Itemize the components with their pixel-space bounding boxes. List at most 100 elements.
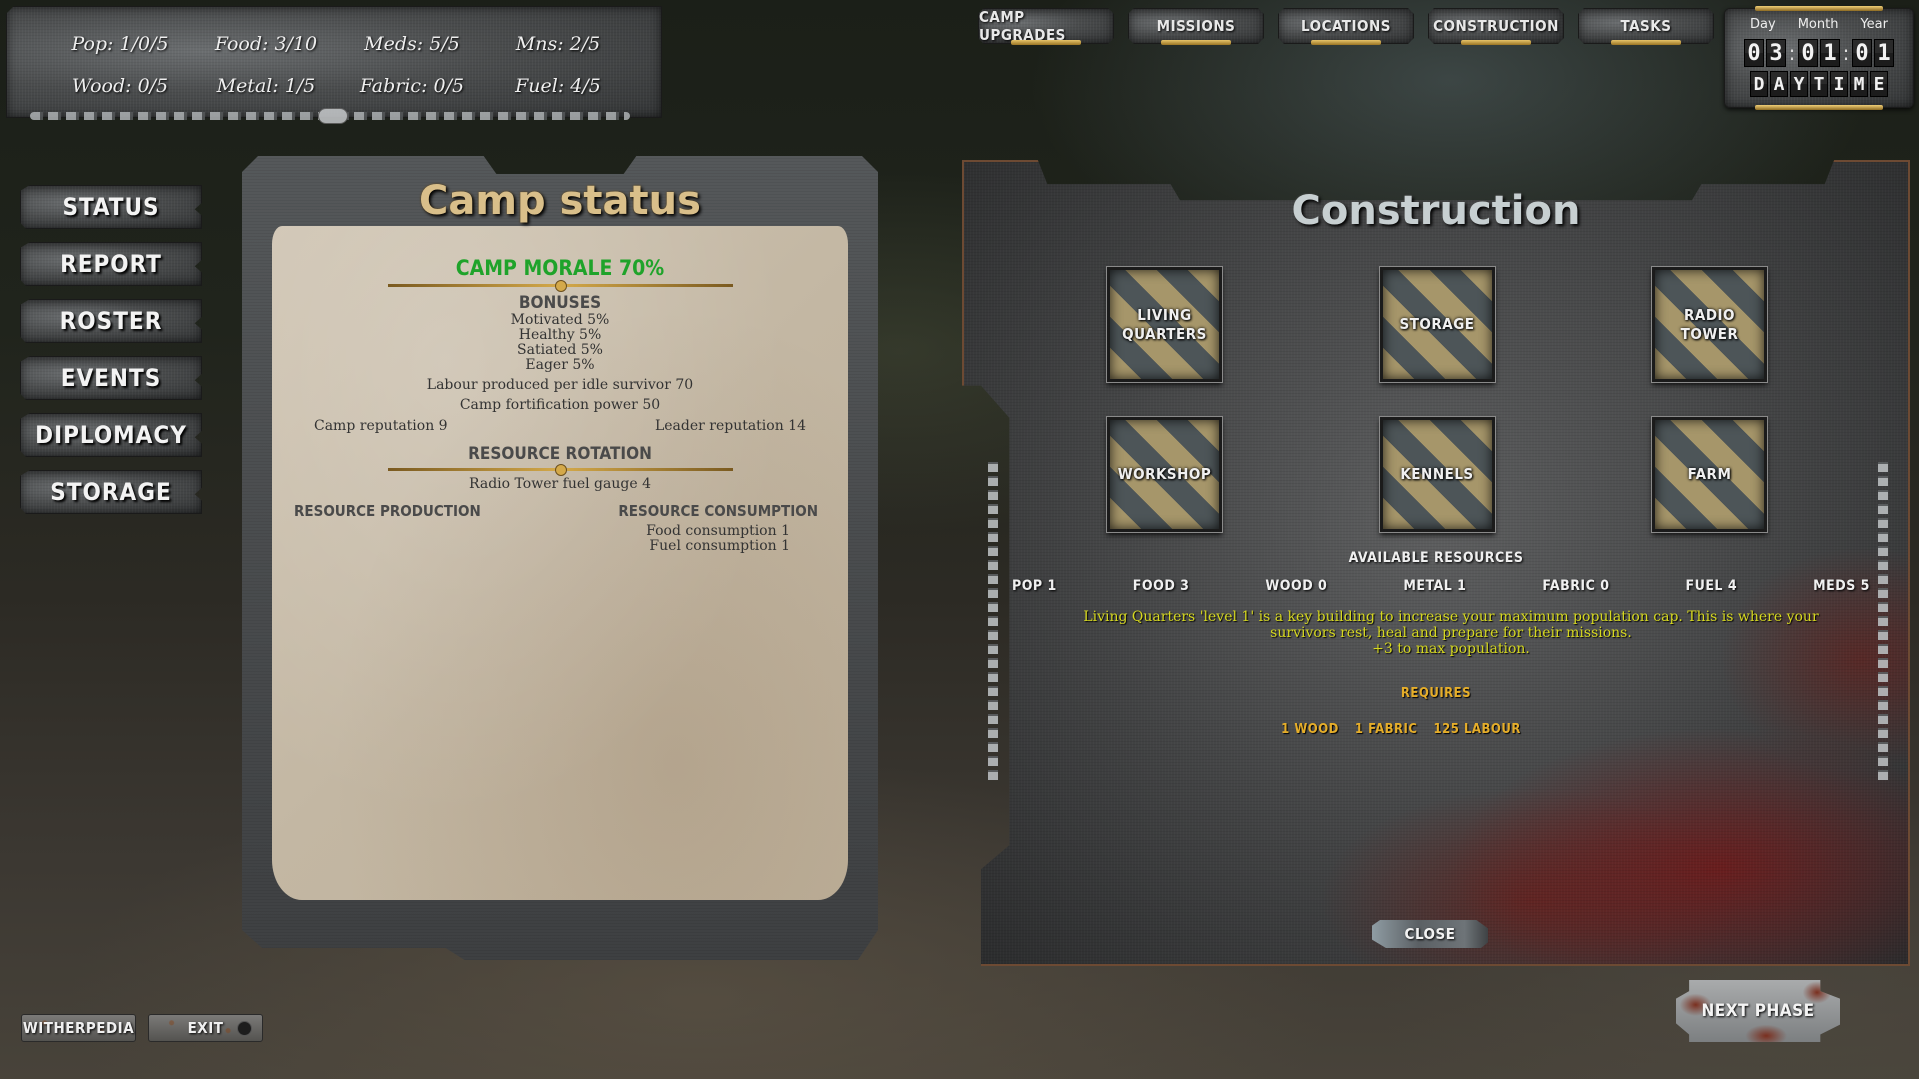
time-of-day-letter: M <box>1850 71 1868 97</box>
year-digit: 0 <box>1852 39 1872 67</box>
button-label: Diplomacy <box>35 421 187 449</box>
building-grid: Living Quarters Storage Radio Tower Work… <box>1106 266 1768 533</box>
tab-tasks[interactable]: Tasks <box>1578 8 1714 44</box>
tab-missions[interactable]: Missions <box>1128 8 1264 44</box>
witherpedia-button[interactable]: Witherpedia <box>21 1014 136 1042</box>
button-label: Exit <box>187 1019 224 1037</box>
building-workshop[interactable]: Workshop <box>1106 416 1223 533</box>
resource-wood: Wood: 0/5 <box>71 75 169 97</box>
available-wood: Wood 0 <box>1265 578 1328 594</box>
bonuses-heading: Bonuses <box>518 293 602 313</box>
button-label: Close <box>1404 925 1456 943</box>
divider <box>387 280 733 292</box>
building-radio-tower[interactable]: Radio Tower <box>1651 266 1768 383</box>
brass-bar <box>1755 6 1883 11</box>
brass-bar <box>1611 40 1681 45</box>
resource-fabric: Fabric: 0/5 <box>359 75 465 97</box>
next-phase-button[interactable]: Next Phase <box>1676 980 1840 1042</box>
date-clock: Day Month Year 0 3 : 0 1 : 0 1 DAYTIME <box>1724 6 1914 110</box>
status-button[interactable]: Status <box>20 185 202 229</box>
time-of-day-letter: I <box>1830 71 1848 97</box>
construction-panel: Construction Living Quarters Storage Rad… <box>962 160 1910 966</box>
camp-reputation: Camp reputation 9 <box>314 418 448 434</box>
close-button[interactable]: Close <box>1372 920 1488 948</box>
roster-button[interactable]: Roster <box>20 299 202 343</box>
brass-bar <box>1755 105 1883 110</box>
time-of-day-letter: A <box>1770 71 1788 97</box>
events-button[interactable]: Events <box>20 356 202 400</box>
labour-stat: Labour produced per idle survivor 70 <box>426 377 694 393</box>
tab-label: Camp upgrades <box>979 8 1066 44</box>
available-meds: Meds 5 <box>1813 578 1870 594</box>
year-label: Year <box>1860 17 1888 32</box>
brass-bar <box>1011 40 1081 45</box>
bullet-hole-icon <box>237 1021 252 1036</box>
resource-fuel: Fuel: 4/5 <box>515 75 601 97</box>
building-label: Radio Tower <box>1680 305 1739 343</box>
time-of-day-letter: D <box>1750 71 1768 97</box>
building-kennels[interactable]: Kennels <box>1378 416 1496 533</box>
leader-reputation: Leader reputation 14 <box>654 418 806 434</box>
tab-construction[interactable]: Construction <box>1428 8 1564 44</box>
brass-bar <box>1161 40 1231 45</box>
button-label: Events <box>60 364 162 392</box>
resource-meds: Meds: 5/5 <box>364 33 460 55</box>
available-food: Food 3 <box>1132 578 1190 594</box>
camp-morale: Camp Morale 70% <box>455 256 665 280</box>
time-of-day-letter: E <box>1870 71 1888 97</box>
time-of-day: DAYTIME <box>1725 71 1913 97</box>
button-label: Next Phase <box>1701 1001 1815 1021</box>
building-living-quarters[interactable]: Living Quarters <box>1106 266 1223 383</box>
requirement-wood: 1 Wood <box>1281 722 1339 737</box>
building-label: Kennels <box>1400 465 1474 483</box>
available-pop: Pop 1 <box>1012 578 1057 594</box>
building-farm[interactable]: Farm <box>1651 416 1768 533</box>
building-description: Living Quarters 'level 1' is a key build… <box>1082 609 1820 657</box>
brass-bar <box>1311 40 1381 45</box>
top-nav: Camp upgrades Missions Locations Constru… <box>978 8 1714 44</box>
requires-heading: Requires <box>1400 686 1472 701</box>
construction-title: Construction <box>1291 188 1581 234</box>
consumption-heading: Resource Consumption <box>618 502 818 520</box>
month-digit: 1 <box>1820 39 1840 67</box>
resource-mns: Mns: 2/5 <box>515 33 601 55</box>
description-text: Living Quarters 'level 1' is a key build… <box>1083 609 1819 641</box>
camp-status-panel: Camp status Camp Morale 70% Bonuses Moti… <box>242 156 878 960</box>
storage-button[interactable]: Storage <box>20 470 202 514</box>
report-button[interactable]: Report <box>20 242 202 286</box>
available-resources-heading: Available Resources <box>1348 550 1524 566</box>
available-fuel: Fuel 4 <box>1685 578 1738 594</box>
bonus-item: Healthy 5% <box>518 327 602 343</box>
button-label: Report <box>60 250 162 278</box>
tab-locations[interactable]: Locations <box>1278 8 1414 44</box>
bonus-item: Motivated 5% <box>510 312 610 328</box>
date-digits: 0 3 : 0 1 : 0 1 <box>1725 39 1913 67</box>
building-label: Living Quarters <box>1122 305 1207 343</box>
tab-camp-upgrades[interactable]: Camp upgrades <box>978 8 1114 44</box>
tab-label: Locations <box>1301 17 1391 35</box>
chain-decoration <box>30 108 630 124</box>
bonus-item: Satiated 5% <box>517 342 603 358</box>
production-heading: Resource Production <box>294 502 481 520</box>
fortification-stat: Camp fortification power 50 <box>459 397 661 413</box>
resource-rotation-heading: Resource Rotation <box>468 444 652 464</box>
time-of-day-letter: T <box>1810 71 1828 97</box>
time-of-day-letter: Y <box>1790 71 1808 97</box>
side-menu: Status Report Roster Events Diplomacy St… <box>20 185 202 514</box>
exit-button[interactable]: Exit <box>148 1014 263 1042</box>
available-resources: Pop 1 Food 3 Wood 0 Metal 1 Fabric 0 Fue… <box>1012 578 1870 594</box>
divider <box>387 464 733 476</box>
camp-status-title: Camp status <box>419 178 701 224</box>
resource-metal: Metal: 1/5 <box>216 75 316 97</box>
resource-food: Food: 3/10 <box>214 33 318 55</box>
resource-bar: Pop: 1/0/5 Food: 3/10 Meds: 5/5 Mns: 2/5… <box>6 6 662 118</box>
consumption-item: Fuel consumption 1 <box>649 538 790 554</box>
tab-label: Missions <box>1156 17 1236 35</box>
bonus-item: Eager 5% <box>525 357 595 373</box>
colon-separator: : <box>1842 41 1850 65</box>
diplomacy-button[interactable]: Diplomacy <box>20 413 202 457</box>
radio-fuel-gauge: Radio Tower fuel gauge 4 <box>469 476 651 492</box>
tab-label: Construction <box>1433 17 1559 35</box>
building-storage[interactable]: Storage <box>1378 266 1496 383</box>
day-label: Day <box>1750 17 1776 32</box>
